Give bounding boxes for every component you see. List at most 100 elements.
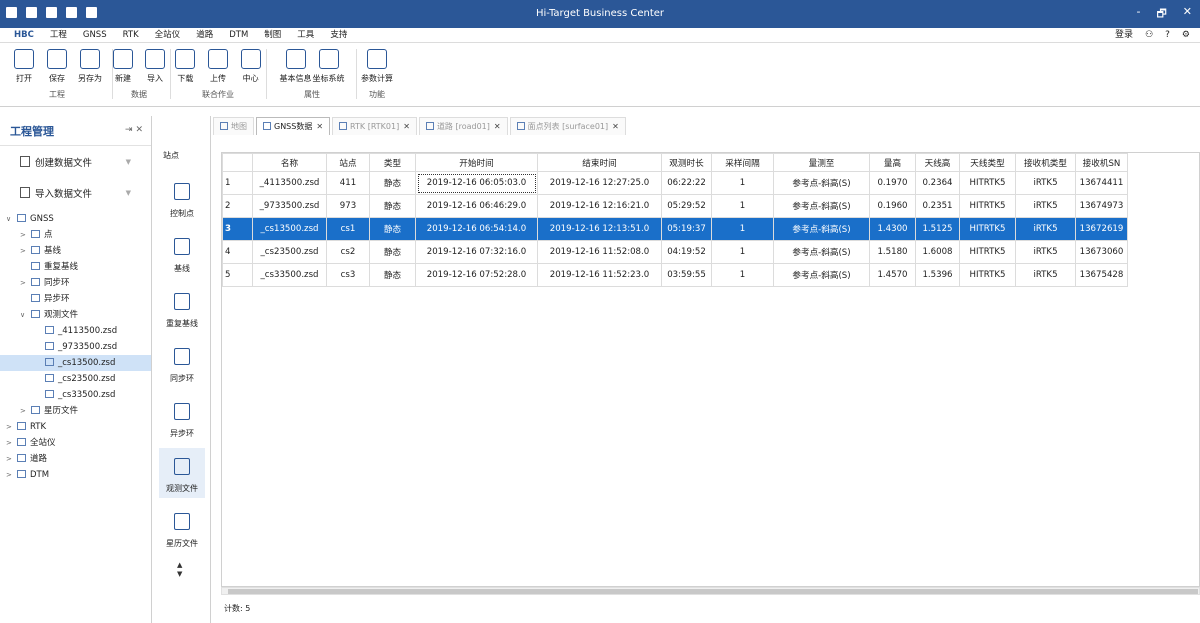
table-cell[interactable]: 静态 [369, 171, 416, 195]
table-cell[interactable]: _cs23500.zsd [252, 240, 327, 264]
table-cell[interactable]: 2019-12-16 12:13:51.0 [537, 217, 662, 241]
table-cell[interactable]: 1.6008 [915, 240, 960, 264]
table-cell[interactable]: 04:19:52 [661, 240, 712, 264]
table-cell[interactable]: 参考点-斜高(S) [773, 217, 870, 241]
user-icon[interactable]: ⚇ [1145, 28, 1153, 43]
ribbon-button-0-1[interactable]: 保存 [44, 46, 71, 84]
table-cell[interactable]: 5 [222, 263, 253, 287]
table-cell[interactable]: 静态 [369, 240, 416, 264]
table-cell[interactable]: 13674973 [1075, 194, 1128, 218]
table-cell[interactable]: iRTK5 [1015, 171, 1076, 195]
column-header[interactable]: 站点 [326, 153, 370, 172]
create-data-file-button[interactable]: 创建数据文件 ▼ [0, 146, 151, 177]
tree-twisty-icon[interactable]: > [6, 467, 16, 483]
column-header[interactable]: 接收机SN [1075, 153, 1128, 172]
column-header[interactable]: 名称 [252, 153, 327, 172]
ribbon-button-2-2[interactable]: 中心 [237, 46, 264, 84]
chevron-down-icon[interactable]: ▼ [126, 158, 131, 166]
table-cell[interactable]: _4113500.zsd [252, 171, 327, 195]
column-header[interactable]: 天线类型 [959, 153, 1016, 172]
ribbon-button-2-0[interactable]: 下载 [172, 46, 199, 84]
tree-twisty-icon[interactable]: > [20, 275, 30, 291]
table-cell[interactable]: 13672619 [1075, 217, 1128, 241]
table-cell[interactable]: 05:19:37 [661, 217, 712, 241]
data-type-button-2[interactable]: 重复基线 [159, 283, 205, 333]
table-cell[interactable]: 2019-12-16 07:32:16.0 [415, 240, 538, 264]
tree-node[interactable]: > 道路 [0, 451, 151, 467]
tree-twisty-icon[interactable]: > [20, 243, 30, 259]
tree-node[interactable]: 异步环 [0, 291, 151, 307]
table-cell[interactable]: 1.5396 [915, 263, 960, 287]
table-row[interactable]: 1 _4113500.zsd 411 静态 2019-12-16 06:05:03.0 2… [222, 171, 1128, 195]
table-cell[interactable]: _cs33500.zsd [252, 263, 327, 287]
scroll-arrows[interactable]: ▲ ▼ [177, 561, 182, 579]
table-cell[interactable]: 3 [222, 217, 253, 241]
table-cell[interactable]: 0.1960 [869, 194, 916, 218]
table-cell[interactable]: 2019-12-16 11:52:23.0 [537, 263, 662, 287]
scroll-thumb[interactable] [228, 589, 1198, 594]
ribbon-button-3-0[interactable]: 基本信息 [280, 46, 312, 84]
tree-twisty-icon[interactable]: ∨ [6, 211, 16, 227]
data-type-button-3[interactable]: 同步环 [159, 338, 205, 388]
table-cell[interactable]: 2019-12-16 06:54:14.0 [415, 217, 538, 241]
pin-close-icons[interactable]: ⇥ ✕ [125, 125, 143, 135]
tab-close-icon[interactable]: ✕ [403, 122, 410, 131]
import-data-file-button[interactable]: 导入数据文件 ▼ [0, 177, 151, 208]
tree-node[interactable]: _cs33500.zsd [0, 387, 151, 403]
tree-node[interactable]: _cs23500.zsd [0, 371, 151, 387]
column-header[interactable]: 量测至 [773, 153, 870, 172]
table-cell[interactable]: 1 [711, 171, 774, 195]
tree-node[interactable]: > DTM [0, 467, 151, 483]
table-cell[interactable]: 参考点-斜高(S) [773, 171, 870, 195]
tree-twisty-icon[interactable]: > [20, 227, 30, 243]
tab-close-icon[interactable]: ✕ [612, 122, 619, 131]
table-cell[interactable]: 411 [326, 171, 370, 195]
table-row[interactable]: 4 _cs23500.zsd cs2 静态 2019-12-16 07:32:16.0 2… [222, 240, 1128, 264]
ribbon-button-0-0[interactable]: 打开 [11, 46, 38, 84]
table-cell[interactable]: 2019-12-16 07:52:28.0 [415, 263, 538, 287]
column-header[interactable]: 开始时间 [415, 153, 538, 172]
table-cell[interactable]: 参考点-斜高(S) [773, 240, 870, 264]
table-row[interactable]: 2 _9733500.zsd 973 静态 2019-12-16 06:46:29.0 2… [222, 194, 1128, 218]
table-cell[interactable]: 1 [711, 263, 774, 287]
tree-node[interactable]: 重复基线 [0, 259, 151, 275]
table-cell[interactable]: iRTK5 [1015, 194, 1076, 218]
tree-node[interactable]: > 全站仪 [0, 435, 151, 451]
ribbon-button-4-0[interactable]: 参数计算 [361, 46, 393, 84]
table-cell[interactable]: _9733500.zsd [252, 194, 327, 218]
table-cell[interactable]: 参考点-斜高(S) [773, 194, 870, 218]
tree-twisty-icon[interactable]: > [6, 419, 16, 435]
table-cell[interactable]: 2019-12-16 06:05:03.0 [415, 171, 538, 195]
table-cell[interactable]: 1.5180 [869, 240, 916, 264]
data-type-button-1[interactable]: 基线 [159, 228, 205, 278]
column-header[interactable]: 天线高 [915, 153, 960, 172]
data-type-button-0[interactable]: 控制点 [159, 173, 205, 223]
tree-node[interactable]: ∨ 观测文件 [0, 307, 151, 323]
table-cell[interactable]: 2019-12-16 06:46:29.0 [415, 194, 538, 218]
table-cell[interactable]: HITRTK5 [959, 263, 1016, 287]
table-cell[interactable]: HITRTK5 [959, 217, 1016, 241]
ribbon-button-1-0[interactable]: 新建 [110, 46, 136, 84]
ribbon-button-1-1[interactable]: 导入 [142, 46, 168, 84]
tree-node[interactable]: _4113500.zsd [0, 323, 151, 339]
site-label[interactable]: 站点 [163, 150, 179, 161]
table-cell[interactable]: iRTK5 [1015, 240, 1076, 264]
data-type-button-4[interactable]: 异步环 [159, 393, 205, 443]
table-cell[interactable]: 1.4300 [869, 217, 916, 241]
minimize-button[interactable]: - [1136, 5, 1140, 24]
column-header[interactable]: 采样间隔 [711, 153, 774, 172]
table-cell[interactable]: 03:59:55 [661, 263, 712, 287]
table-cell[interactable]: 静态 [369, 217, 416, 241]
tree-node[interactable]: > 点 [0, 227, 151, 243]
table-cell[interactable]: 4 [222, 240, 253, 264]
table-cell[interactable]: 2 [222, 194, 253, 218]
table-cell[interactable]: 0.1970 [869, 171, 916, 195]
table-row[interactable]: 3 _cs13500.zsd cs1 静态 2019-12-16 06:54:14.0 2… [222, 217, 1128, 241]
tree-node[interactable]: > 同步环 [0, 275, 151, 291]
tree-twisty-icon[interactable]: ∨ [20, 307, 30, 323]
table-cell[interactable]: 静态 [369, 194, 416, 218]
login-link[interactable]: 登录 [1115, 28, 1133, 43]
column-header[interactable]: 类型 [369, 153, 416, 172]
restore-button[interactable]: 🗗 [1156, 5, 1166, 24]
table-cell[interactable]: 1 [222, 171, 253, 195]
